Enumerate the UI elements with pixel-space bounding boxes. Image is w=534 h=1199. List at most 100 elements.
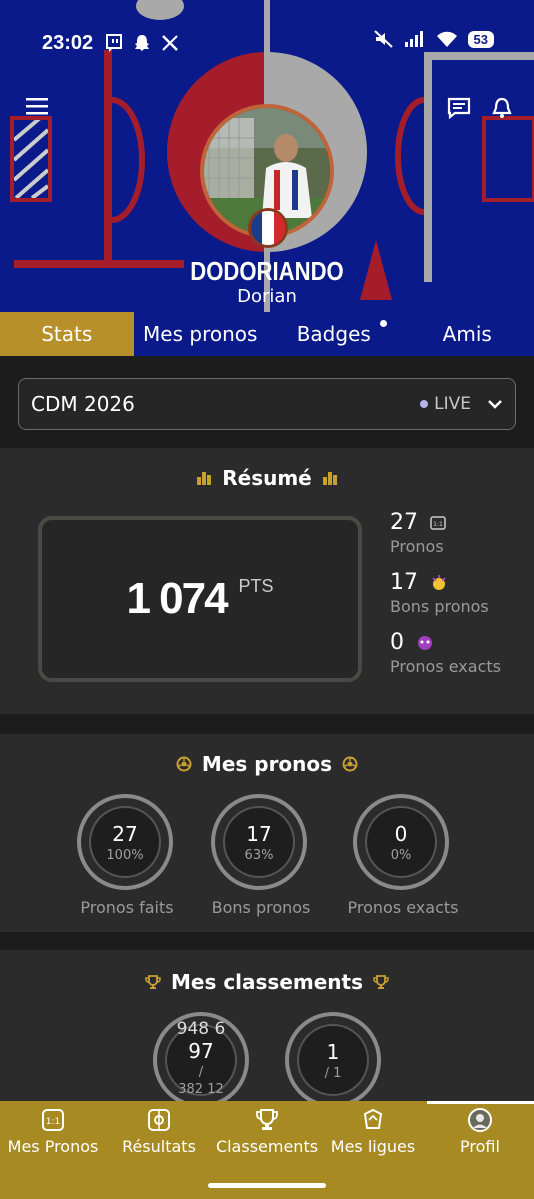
mute-icon (373, 30, 393, 48)
points-box: 1 074 PTS (38, 516, 362, 682)
trophy-icon (256, 1109, 278, 1130)
svg-text:1:1: 1:1 (433, 521, 443, 528)
stat-value: 27 (390, 510, 418, 535)
ranking-sub: / (198, 1065, 204, 1080)
menu-icon[interactable] (24, 96, 50, 118)
messages-icon[interactable] (446, 96, 472, 120)
stat-label: Pronos (390, 537, 444, 556)
bar-chart-icon (322, 472, 337, 485)
twitch-icon (106, 34, 123, 52)
celebration-emoji-icon (432, 574, 446, 590)
mes-classements-section: Mes classements 948 6 97 / 382 12 1 / 1 (0, 950, 534, 1110)
nav-classements[interactable]: Classements (212, 1107, 322, 1156)
progress-circle-pronos-faits: 27 100% (77, 794, 173, 890)
ranking-sub: / 1 (324, 1065, 342, 1081)
tab-badges[interactable]: Badges (267, 312, 401, 356)
clock: 23:02 (42, 31, 94, 54)
nav-label: Classements (215, 1137, 319, 1156)
ranking-top-text: 948 6 (176, 1019, 226, 1039)
france-flag-icon (248, 208, 288, 248)
ranking-circle-league[interactable]: 1 / 1 (285, 1012, 381, 1108)
mes-pronos-section: Mes pronos 27 100% Pronos faits 17 63% B… (0, 734, 534, 932)
trophy-icon (373, 975, 389, 989)
bottom-navigation: 1:1 Mes Pronos Résultats Classements Mes… (0, 1101, 534, 1199)
tab-amis[interactable]: Amis (401, 312, 534, 356)
resume-title: Résumé (0, 466, 534, 490)
battery-indicator: 53 (467, 30, 494, 48)
stat-pronos: 27 1:1 Pronos (390, 510, 446, 556)
section-title-text: Résumé (222, 466, 312, 490)
nav-resultats[interactable]: Résultats (104, 1107, 214, 1156)
mes-classements-title: Mes classements (0, 970, 534, 994)
profile-username: DODORIANDO (190, 256, 344, 286)
results-icon (148, 1109, 170, 1131)
profile-header: 23:02 53 DODORIANDO Dorian (0, 0, 534, 312)
active-tab-indicator (427, 1101, 534, 1104)
wifi-icon (436, 31, 457, 47)
stat-pronos-exacts: 0 Pronos exacts (390, 630, 501, 676)
circle-value: 0 (394, 821, 408, 846)
tab-mes-pronos[interactable]: Mes pronos (134, 312, 268, 356)
ranking-value: 97 (188, 1039, 214, 1063)
nav-label: Résultats (122, 1137, 196, 1156)
stat-value: 17 (390, 570, 418, 595)
chevron-down-icon (488, 400, 502, 409)
competition-name: CDM 2026 (31, 392, 135, 416)
status-bar: 23:02 53 (0, 28, 534, 58)
notification-dot (379, 320, 387, 327)
nav-label: Mes Pronos (7, 1137, 99, 1156)
league-icon (363, 1108, 383, 1129)
stat-value: 0 (390, 630, 404, 655)
profile-avatar-icon (468, 1108, 492, 1132)
profile-page: 23:02 53 DODORIANDO Dorian Stats Mes pro… (0, 0, 534, 1199)
points-unit: PTS (238, 575, 274, 596)
circle-value: 27 (112, 821, 138, 846)
profile-name: Dorian (237, 286, 297, 307)
x-icon (162, 35, 179, 51)
home-indicator[interactable] (208, 1183, 326, 1188)
match-card-icon: 1:1 (430, 515, 446, 530)
circle-label: Pronos faits (80, 898, 174, 917)
trophy-icon (145, 975, 161, 989)
nav-label: Mes ligues (330, 1137, 416, 1156)
stat-bons-pronos: 17 Bons pronos (390, 570, 489, 616)
snapchat-icon (135, 35, 150, 51)
tab-stats[interactable]: Stats (0, 312, 134, 356)
nav-mes-ligues[interactable]: Mes ligues (318, 1107, 428, 1156)
stat-label: Pronos exacts (390, 657, 501, 676)
bar-chart-icon (197, 472, 212, 485)
circle-percent: 63% (244, 847, 274, 863)
circle-value: 17 (246, 821, 272, 846)
circle-percent: 100% (106, 847, 144, 863)
match-card-icon: 1:1 (42, 1109, 64, 1131)
nav-mes-pronos[interactable]: 1:1 Mes Pronos (0, 1107, 108, 1156)
tab-label: Stats (41, 322, 93, 346)
competition-select[interactable]: CDM 2026 LIVE (18, 378, 516, 430)
circle-label: Bons pronos (211, 898, 311, 917)
section-title-text: Mes classements (170, 970, 364, 994)
ranking-value: 1 (326, 1039, 340, 1064)
progress-circle-bons-pronos: 17 63% (211, 794, 307, 890)
svg-text:1:1: 1:1 (46, 1117, 60, 1127)
nav-label: Profil (460, 1137, 500, 1156)
tab-label: Mes pronos (143, 322, 258, 346)
tab-label: Amis (442, 322, 492, 346)
ball-icon (342, 756, 358, 772)
circle-label: Pronos exacts (347, 898, 459, 917)
circle-percent: 0% (390, 847, 412, 863)
ranking-bottom-text: 382 12 (178, 1082, 224, 1097)
mes-pronos-title: Mes pronos (0, 752, 534, 776)
nav-profil[interactable]: Profil (425, 1107, 534, 1156)
ball-icon (176, 756, 192, 772)
signal-icon (404, 31, 423, 47)
stat-label: Bons pronos (390, 597, 489, 616)
notifications-bell-icon[interactable] (490, 96, 514, 120)
resume-section: Résumé 1 074 PTS 27 1:1 Pronos 17 Bons p… (0, 448, 534, 714)
tab-label: Badges (296, 322, 371, 346)
points-value: 1 074 (126, 574, 228, 623)
ranking-circle-global[interactable]: 948 6 97 / 382 12 (153, 1012, 249, 1108)
live-label: LIVE (434, 394, 471, 414)
progress-circle-pronos-exacts: 0 0% (353, 794, 449, 890)
live-dot (420, 400, 429, 408)
profile-tabs: Stats Mes pronos Badges Amis (0, 312, 534, 356)
